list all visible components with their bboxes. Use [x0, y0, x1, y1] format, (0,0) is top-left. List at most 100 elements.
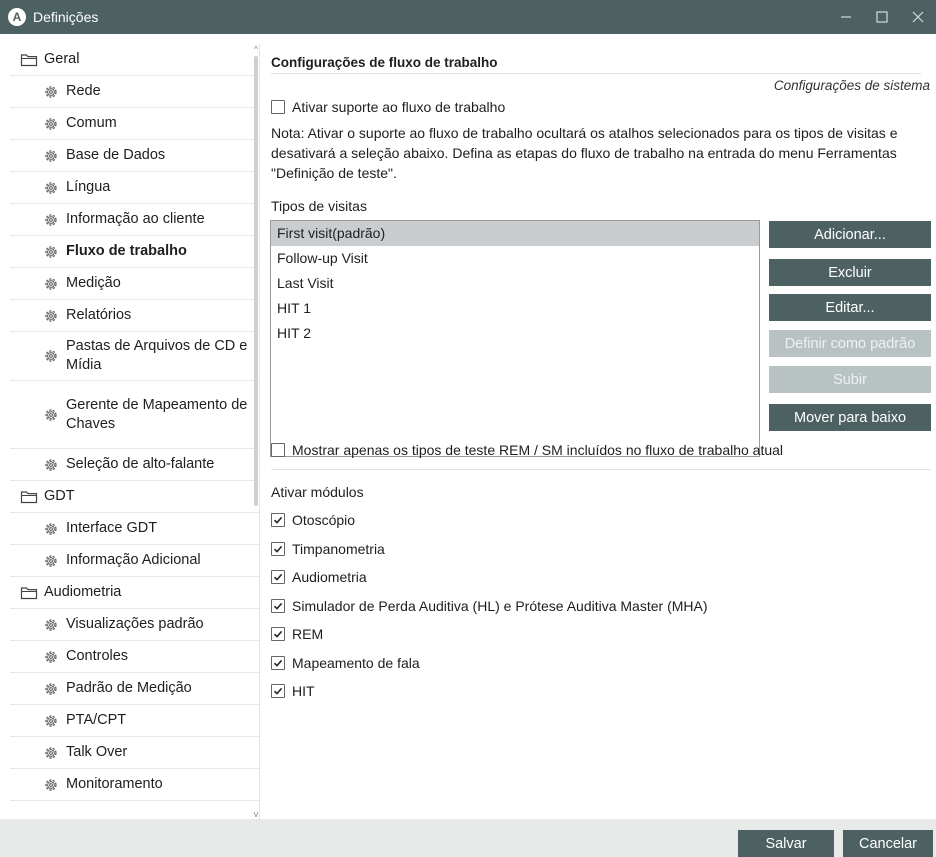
module-label: REM	[292, 626, 324, 642]
module-checkbox-timpanometria[interactable]: Timpanometria	[271, 541, 385, 557]
sidebar-item-medicao[interactable]: Medição	[10, 268, 259, 300]
check-icon	[273, 515, 283, 525]
module-checkbox-hit[interactable]: HIT	[271, 683, 315, 699]
sidebar-item-label: Padrão de Medição	[66, 680, 192, 696]
close-button[interactable]	[900, 0, 936, 34]
sidebar-item-gdt[interactable]: GDT	[10, 481, 259, 513]
sidebar-item-label: Base de Dados	[66, 147, 166, 163]
sidebar-item-padrao-de-medicao[interactable]: Padrão de Medição	[10, 673, 259, 705]
sidebar-item-selecao-de-alto-falante[interactable]: Seleção de alto-falante	[10, 449, 259, 481]
sidebar-scrollbar[interactable]: ^ v	[252, 44, 260, 819]
list-item[interactable]: HIT 2	[271, 321, 759, 346]
section-divider	[271, 73, 921, 74]
gear-icon	[42, 520, 60, 538]
list-item[interactable]: Last Visit	[271, 271, 759, 296]
enable-workflow-checkbox[interactable]: Ativar suporte ao fluxo de trabalho	[271, 99, 505, 115]
enable-workflow-label: Ativar suporte ao fluxo de trabalho	[292, 99, 506, 115]
sidebar-item-gerente-de-mapeamento-de-chaves[interactable]: Gerente de Mapeamento de Chaves	[10, 381, 259, 449]
gear-icon	[42, 243, 60, 261]
gear-icon	[42, 680, 60, 698]
minimize-icon	[841, 16, 851, 18]
sidebar-item-label: PTA/CPT	[66, 712, 127, 728]
sidebar-item-lingua[interactable]: Língua	[10, 172, 259, 204]
sidebar-item-pta-cpt[interactable]: PTA/CPT	[10, 705, 259, 737]
settings-tree: Geral Rede Comum Base de Dados Língua Informa…	[10, 44, 260, 819]
set-default-button[interactable]: Definir como padrão	[769, 330, 931, 357]
sidebar-item-base-de-dados[interactable]: Base de Dados	[10, 140, 259, 172]
checkbox-box[interactable]	[271, 443, 285, 457]
sidebar-item-rede[interactable]: Rede	[10, 76, 259, 108]
module-checkbox-audiometria[interactable]: Audiometria	[271, 569, 367, 585]
workflow-note: Nota: Ativar o suporte ao fluxo de traba…	[271, 125, 898, 181]
maximize-button[interactable]	[864, 0, 900, 34]
visit-types-label: Tipos de visitas	[271, 198, 367, 214]
checkbox-box[interactable]	[271, 541, 285, 556]
sidebar-item-label: Geral	[44, 51, 80, 67]
check-icon	[273, 658, 283, 668]
sidebar-item-monitoramento[interactable]: Monitoramento	[10, 769, 259, 801]
section-divider	[271, 469, 931, 470]
module-checkbox-mapeamento-de-fala[interactable]: Mapeamento de fala	[271, 655, 420, 671]
gear-icon	[42, 147, 60, 165]
modules-label: Ativar módulos	[271, 484, 364, 500]
checkbox-box[interactable]	[271, 627, 285, 641]
scrollbar-thumb[interactable]	[254, 56, 258, 506]
save-button[interactable]: Salvar	[738, 830, 834, 857]
window-title: Definições	[33, 9, 99, 25]
sidebar-item-label: Seleção de alto-falante	[66, 456, 215, 472]
sidebar-item-label: Relatórios	[66, 307, 132, 323]
sidebar-item-visualizacoes-padrao[interactable]: Visualizações padrão	[10, 609, 259, 641]
minimize-button[interactable]	[828, 0, 864, 34]
module-checkbox-rem[interactable]: REM	[271, 626, 323, 642]
delete-button[interactable]: Excluir	[769, 259, 931, 286]
move-down-button[interactable]: Mover para baixo	[769, 404, 931, 431]
edit-button[interactable]: Editar...	[769, 294, 931, 321]
sidebar-item-label: Informação ao cliente	[66, 211, 205, 227]
sidebar-item-geral[interactable]: Geral	[10, 44, 259, 76]
list-item[interactable]: Follow-up Visit	[271, 246, 759, 271]
sidebar-item-relatorios[interactable]: Relatórios	[10, 300, 259, 332]
sidebar-item-label: GDT	[44, 488, 75, 504]
module-label: Timpanometria	[292, 540, 385, 557]
scroll-down-arrow-icon[interactable]: v	[252, 809, 260, 819]
check-icon	[273, 601, 283, 611]
check-icon	[273, 544, 283, 554]
scroll-up-arrow-icon[interactable]: ^	[252, 44, 260, 54]
add-button[interactable]: Adicionar...	[769, 221, 931, 248]
checkbox-box[interactable]	[271, 570, 285, 584]
list-item[interactable]: HIT 1	[271, 296, 759, 321]
list-item[interactable]: First visit(padrão)	[271, 221, 759, 246]
gear-icon	[42, 712, 60, 730]
sidebar-item-fluxo-de-trabalho[interactable]: Fluxo de trabalho	[10, 236, 259, 268]
module-checkbox-otoscopio[interactable]: Otoscópio	[271, 512, 355, 528]
sidebar-item-label: Talk Over	[66, 744, 128, 760]
checkbox-box[interactable]	[271, 684, 285, 698]
sidebar-item-talk-over[interactable]: Talk Over	[10, 737, 259, 769]
sidebar-item-label: Comum	[66, 115, 117, 131]
show-only-rem-sm-checkbox[interactable]: Mostrar apenas os tipos de teste REM / S…	[271, 442, 783, 458]
sidebar-item-controles[interactable]: Controles	[10, 641, 259, 673]
sidebar-item-label: Monitoramento	[66, 776, 163, 792]
sidebar-item-pastas-de-arquivos-de-cd-e-midia[interactable]: Pastas de Arquivos de CD e Mídia	[10, 332, 259, 381]
move-up-button[interactable]: Subir	[769, 366, 931, 393]
cancel-button[interactable]: Cancelar	[843, 830, 933, 857]
workflow-settings-panel: Configurações de fluxo de trabalho Confi…	[260, 44, 936, 819]
sidebar-item-label: Pastas de Arquivos de CD e Mídia	[66, 338, 248, 373]
checkbox-box[interactable]	[271, 513, 285, 527]
checkbox-box[interactable]	[271, 655, 285, 670]
sidebar-item-audiometria[interactable]: Audiometria	[10, 577, 259, 609]
checkbox-box[interactable]	[271, 598, 285, 613]
module-checkbox-simulador-de-perda-auditiva-hl[interactable]: Simulador de Perda Auditiva (HL) e Próte…	[271, 598, 708, 614]
sidebar-item-informacao-ao-cliente[interactable]: Informação ao cliente	[10, 204, 259, 236]
sidebar-item-comum[interactable]: Comum	[10, 108, 259, 140]
gear-icon	[42, 776, 60, 794]
visit-types-list[interactable]: First visit(padrão) Follow-up Visit Last V…	[270, 220, 760, 457]
sidebar-item-interface-gdt[interactable]: Interface GDT	[10, 513, 259, 545]
gear-icon	[42, 275, 60, 293]
check-icon	[273, 686, 283, 696]
title-bar: A Definições	[0, 0, 936, 34]
sidebar-item-informacao-adicional[interactable]: Informação Adicional	[10, 545, 259, 577]
folder-icon	[20, 488, 38, 506]
check-icon	[273, 572, 283, 582]
checkbox-box[interactable]	[271, 100, 285, 114]
